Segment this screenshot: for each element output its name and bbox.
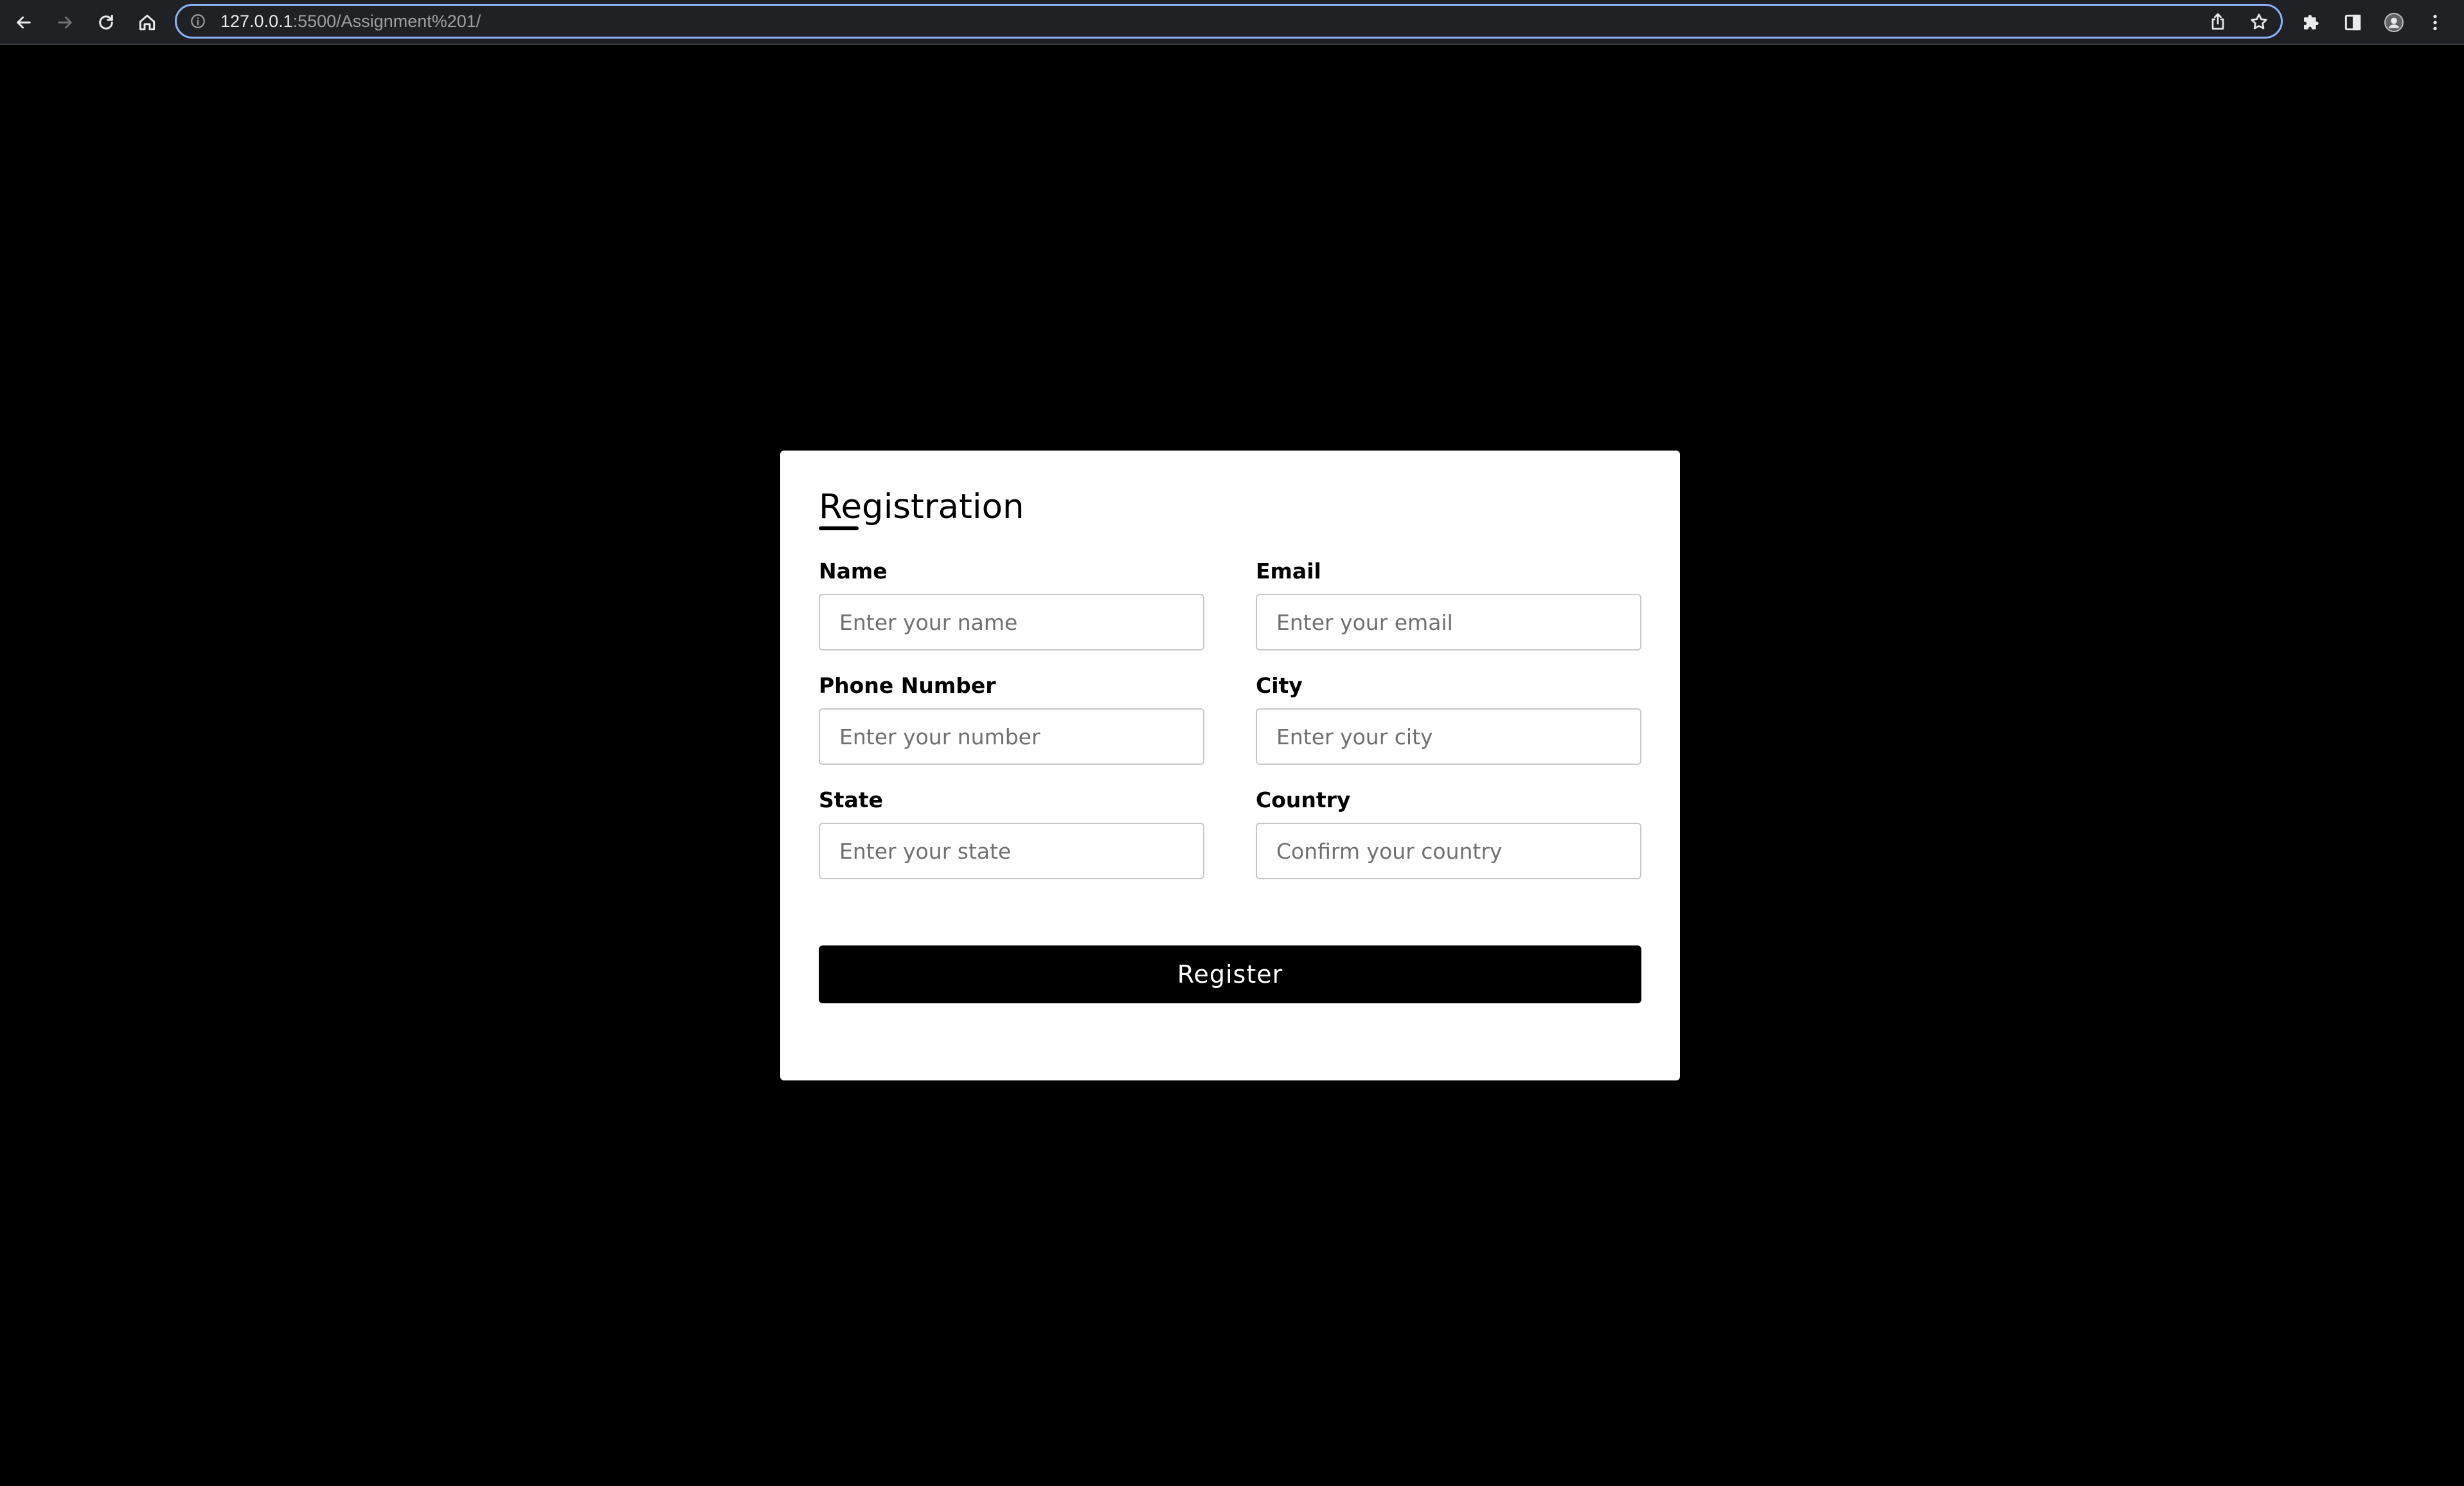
form-title: Registration xyxy=(819,487,1024,526)
url-host: 127.0.0.1 xyxy=(220,12,293,31)
puzzle-icon xyxy=(2304,15,2319,30)
side-panel-icon xyxy=(2344,14,2361,31)
country-label: Country xyxy=(1256,787,1351,812)
title-underline xyxy=(819,526,859,530)
url-text[interactable]: 127.0.0.1:5500/Assignment%201/ xyxy=(220,6,481,37)
country-input[interactable] xyxy=(1256,823,1641,879)
browser-toolbar: 127.0.0.1:5500/Assignment%201/ xyxy=(0,0,2464,45)
city-input[interactable] xyxy=(1256,708,1641,765)
registration-card: Registration Name Email Phone Number Cit… xyxy=(780,451,1680,1080)
back-button[interactable] xyxy=(8,6,40,39)
phone-number-input[interactable] xyxy=(819,708,1204,765)
extensions-button[interactable] xyxy=(2296,6,2328,39)
register-button[interactable]: Register xyxy=(819,945,1641,1003)
state-label: State xyxy=(819,787,883,812)
browser-menu-button[interactable] xyxy=(2419,6,2451,39)
side-panel-button[interactable] xyxy=(2337,6,2369,39)
name-input[interactable] xyxy=(819,594,1204,650)
star-icon[interactable] xyxy=(2249,12,2269,32)
kebab-menu-icon xyxy=(2433,15,2437,30)
reload-icon xyxy=(99,14,113,30)
back-arrow-icon xyxy=(17,16,31,29)
email-input[interactable] xyxy=(1256,594,1641,650)
city-label: City xyxy=(1256,673,1303,698)
url-path: :5500/Assignment%201/ xyxy=(292,12,481,31)
email-label: Email xyxy=(1256,559,1321,584)
share-icon[interactable] xyxy=(2208,12,2228,32)
state-input[interactable] xyxy=(819,823,1204,879)
home-icon xyxy=(139,14,156,31)
forward-arrow-icon xyxy=(58,16,72,29)
avatar-icon xyxy=(2384,13,2404,32)
home-button[interactable] xyxy=(131,6,163,39)
name-label: Name xyxy=(819,559,888,584)
phone-number-label: Phone Number xyxy=(819,673,996,698)
profile-button[interactable] xyxy=(2378,6,2410,39)
reload-button[interactable] xyxy=(90,6,122,39)
address-bar[interactable]: 127.0.0.1:5500/Assignment%201/ xyxy=(175,4,2283,39)
forward-button[interactable] xyxy=(49,6,81,39)
info-icon[interactable] xyxy=(190,13,206,30)
